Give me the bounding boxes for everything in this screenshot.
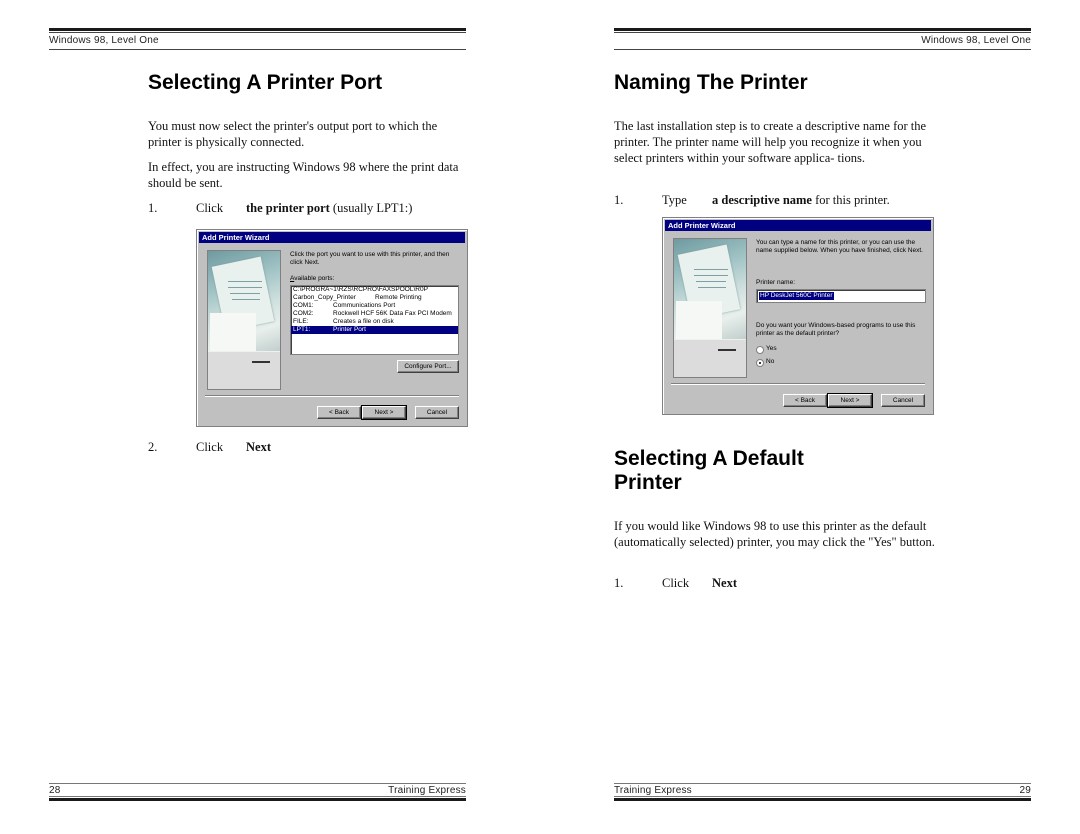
- available-ports-label: Available ports:: [290, 275, 335, 282]
- printer-name-label: Printer name:: [756, 279, 796, 286]
- radio-no-label[interactable]: No: [766, 358, 774, 366]
- dialog-title-bar: Add Printer Wizard: [665, 220, 931, 231]
- wizard-printer-illustration: [673, 238, 747, 378]
- section-title: Selecting A Printer Port: [148, 71, 383, 94]
- port-row[interactable]: COM1: Communications Port: [291, 302, 458, 310]
- step-object: the printer port (usually LPT1:): [246, 200, 412, 216]
- section-title-2: Selecting A Default Printer: [614, 447, 804, 495]
- footer-rule-thick: [614, 798, 1031, 801]
- section-title: Naming The Printer: [614, 71, 808, 94]
- cancel-button[interactable]: Cancel: [881, 394, 925, 407]
- cancel-button[interactable]: Cancel: [415, 406, 459, 419]
- step-rest: for this printer.: [811, 193, 890, 207]
- page-number: 29: [1019, 785, 1031, 796]
- step-bold: a descriptive name: [712, 193, 812, 207]
- radio-no[interactable]: [756, 359, 764, 367]
- running-header: Windows 98, Level One: [49, 35, 159, 46]
- step-object: Next: [246, 439, 271, 455]
- section-title-line: Selecting A Default: [614, 447, 804, 470]
- step-number: 1.: [614, 193, 624, 207]
- back-button[interactable]: < Back: [317, 406, 361, 419]
- header-rule-thin: [49, 32, 466, 33]
- radio-yes-label[interactable]: Yes: [766, 345, 777, 353]
- page-number: 28: [49, 785, 61, 796]
- dialog-separator: [205, 395, 459, 397]
- printer-illustration: [674, 339, 746, 377]
- header-rule-bottom: [49, 49, 466, 50]
- step-2: 2. Click Next: [148, 439, 468, 455]
- running-header: Windows 98, Level One: [921, 35, 1031, 46]
- dialog-title-bar: Add Printer Wizard: [199, 232, 465, 243]
- header-rule-thick: [49, 28, 466, 31]
- step-number: 1.: [614, 576, 624, 590]
- port-row[interactable]: COM2: Rockwell HCF 56K Data Fax PCI Modem: [291, 310, 458, 318]
- footer-rule-thin: [614, 796, 1031, 797]
- step-1: 1. Type a descriptive name for this prin…: [614, 192, 934, 208]
- dialog-separator: [671, 383, 925, 385]
- footer-rule-top: [614, 783, 1031, 784]
- step-bold: Next: [246, 440, 271, 454]
- port-row[interactable]: Carbon_Copy_Printer Remote Printing: [291, 294, 458, 302]
- back-button[interactable]: < Back: [783, 394, 827, 407]
- paragraph: You must now select the printer's output…: [148, 119, 438, 149]
- footer-rule-top: [49, 783, 466, 784]
- header-rule-thin: [614, 32, 1031, 33]
- paragraph: The last installation step is to create …: [614, 119, 927, 165]
- step-object: a descriptive name for this printer.: [712, 192, 890, 208]
- dialog-instructions: Click the port you want to use with this…: [290, 251, 450, 266]
- step-rest: (usually LPT1:): [329, 201, 413, 215]
- port-row-selected[interactable]: LPT1: Printer Port: [291, 326, 458, 334]
- port-row[interactable]: C:\PROGRA~1\RZS\RCPRO\FAXSPOOL\R0P: [291, 286, 458, 294]
- dialog-instructions: You can type a name for this printer, or…: [756, 239, 923, 254]
- default-printer-question: Do you want your Windows-based programs …: [756, 322, 916, 337]
- next-button[interactable]: Next >: [361, 405, 407, 420]
- step-1: 1. Click the printer port (usually LPT1:…: [148, 200, 468, 216]
- step-bold: Next: [712, 576, 737, 590]
- step-verb: Click: [196, 201, 224, 215]
- add-printer-wizard-dialog: Add Printer Wizard You can type a name f…: [662, 217, 934, 415]
- next-button[interactable]: Next >: [827, 393, 873, 408]
- step-verb: Click: [662, 576, 690, 590]
- ports-listbox[interactable]: C:\PROGRA~1\RZS\RCPRO\FAXSPOOL\R0P Carbo…: [290, 285, 459, 355]
- header-rule-bottom: [614, 49, 1031, 50]
- configure-port-button[interactable]: Configure Port...: [397, 360, 459, 373]
- step-verb: Click: [196, 440, 224, 454]
- printer-name-value: HP DeskJet 560C Printer: [759, 292, 834, 300]
- port-row[interactable]: FILE: Creates a file on disk: [291, 318, 458, 326]
- printer-illustration: [208, 351, 280, 389]
- footer-rule-thin: [49, 796, 466, 797]
- step-bold: the printer port: [246, 201, 330, 215]
- step-verb: Type: [662, 193, 687, 207]
- section-title-line: Printer: [614, 471, 682, 494]
- step-1: 1. Click Next: [614, 575, 934, 591]
- step-number: 2.: [148, 440, 158, 454]
- step-object: Next: [712, 575, 737, 591]
- footer-label: Training Express: [614, 785, 692, 796]
- wizard-printer-illustration: [207, 250, 281, 390]
- paragraph: If you would like Windows 98 to use this…: [614, 519, 935, 549]
- paragraph: In effect, you are instructing Windows 9…: [148, 160, 459, 190]
- printer-name-input[interactable]: HP DeskJet 560C Printer: [756, 289, 926, 303]
- footer-rule-thick: [49, 798, 466, 801]
- radio-yes[interactable]: [756, 346, 764, 354]
- footer-label: Training Express: [388, 785, 466, 796]
- add-printer-wizard-dialog: Add Printer Wizard Click the port you wa…: [196, 229, 468, 427]
- step-number: 1.: [148, 201, 158, 215]
- header-rule-thick: [614, 28, 1031, 31]
